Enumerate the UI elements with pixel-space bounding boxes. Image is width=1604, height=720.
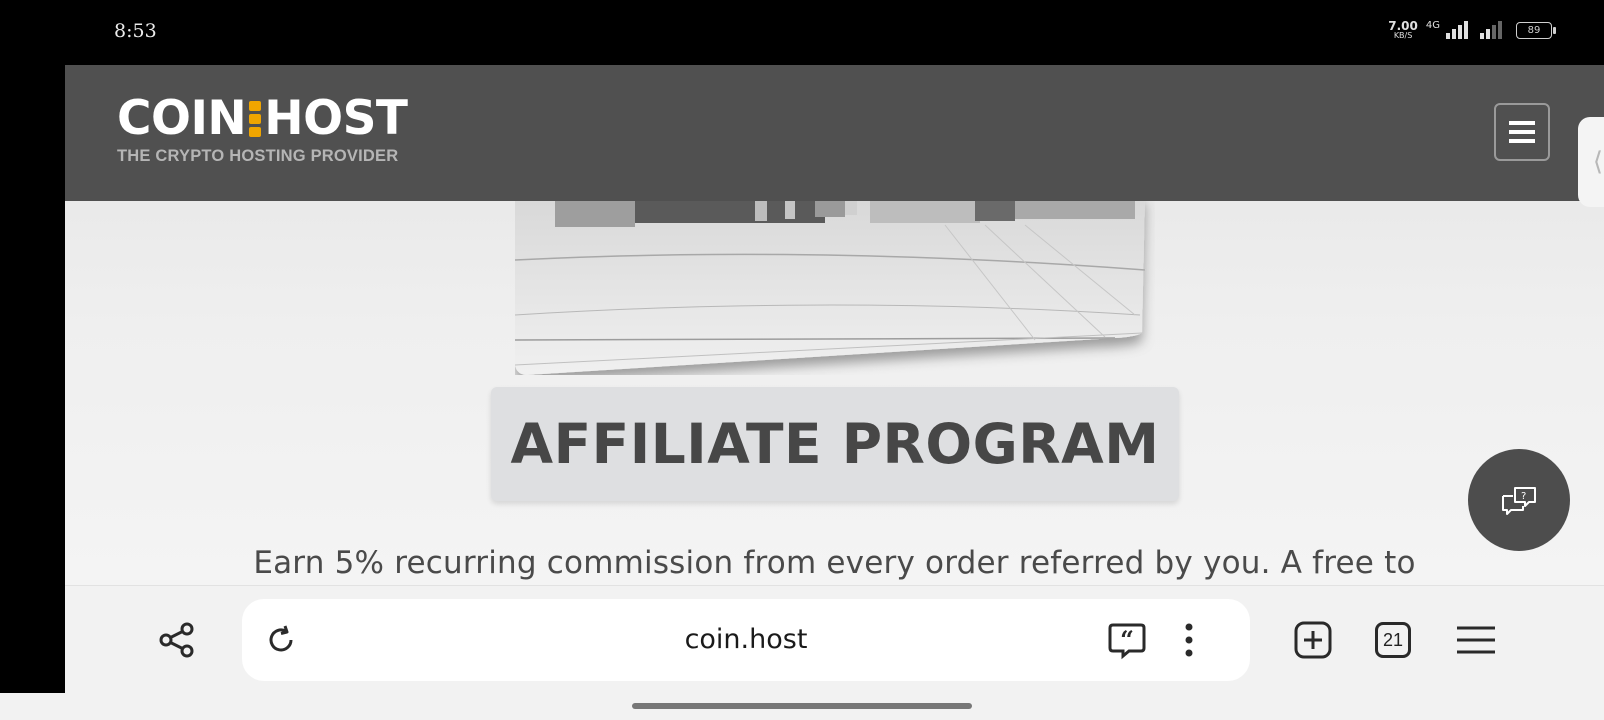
- browser-toolbar: coin.host “ 21: [65, 585, 1604, 693]
- status-time: 8:53: [114, 20, 157, 42]
- affiliate-section-header: AFFILIATE PROGRAM: [491, 387, 1179, 501]
- home-indicator[interactable]: [632, 703, 972, 709]
- url-text[interactable]: coin.host: [242, 599, 1250, 681]
- chevron-left-icon: ⟨: [1592, 147, 1604, 177]
- network-speed: 7.00 KB/S: [1388, 20, 1418, 40]
- battery-icon: 89: [1516, 21, 1556, 39]
- new-tab-icon[interactable]: [1291, 618, 1335, 662]
- network-speed-unit: KB/S: [1393, 31, 1413, 40]
- more-vertical-icon[interactable]: [1167, 618, 1211, 662]
- share-icon[interactable]: [155, 618, 199, 662]
- svg-text:?: ?: [1521, 491, 1526, 502]
- signal-icon: [1446, 21, 1468, 39]
- address-bar[interactable]: coin.host “: [242, 599, 1250, 681]
- status-indicators: 7.00 KB/S 4G 89: [1388, 20, 1556, 40]
- logo-text-right: HOST: [264, 91, 408, 146]
- browser-menu-icon[interactable]: [1454, 618, 1498, 662]
- network-type: 4G: [1425, 20, 1440, 31]
- status-bar: 8:53 7.00 KB/S 4G 89: [0, 0, 1604, 65]
- site-header: COIN HOST THE CRYPTO HOSTING PROVIDER: [65, 65, 1604, 201]
- logo-text-left: COIN: [117, 91, 247, 146]
- web-page[interactable]: COIN HOST THE CRYPTO HOSTING PROVIDER AF…: [65, 65, 1604, 585]
- left-inset: [0, 65, 65, 693]
- quote-icon[interactable]: “: [1105, 618, 1149, 662]
- promo-text: Earn 5% recurring commission from every …: [253, 545, 1416, 581]
- tabs-icon[interactable]: 21: [1375, 622, 1411, 658]
- svg-text:“: “: [1120, 625, 1134, 654]
- signal-secondary-icon: [1480, 21, 1502, 39]
- logo-tagline: THE CRYPTO HOSTING PROVIDER: [117, 147, 399, 165]
- logo-wordmark: COIN HOST: [117, 91, 408, 146]
- section-title: AFFILIATE PROGRAM: [510, 412, 1160, 476]
- site-logo[interactable]: COIN HOST THE CRYPTO HOSTING PROVIDER: [117, 91, 408, 166]
- hamburger-icon[interactable]: [1494, 103, 1550, 161]
- help-chat-icon[interactable]: ?: [1468, 449, 1570, 551]
- side-panel-handle[interactable]: ⟨: [1578, 117, 1604, 207]
- logo-mark-icon: [249, 100, 262, 137]
